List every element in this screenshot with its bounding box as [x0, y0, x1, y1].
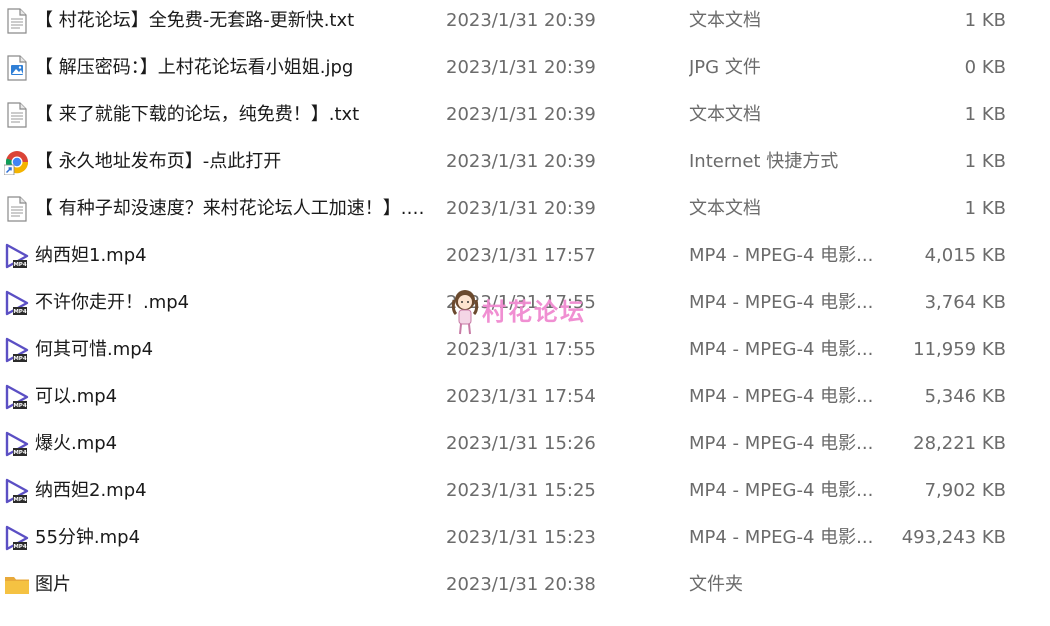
file-row[interactable]: 图片 2023/1/31 20:38 文件夹: [0, 561, 1050, 608]
file-size: 28,221 KB: [913, 433, 1006, 454]
file-size: 0 KB: [964, 57, 1006, 78]
file-type: 文本文档: [689, 198, 761, 219]
file-name[interactable]: 【 来了就能下载的论坛，纯免费！】.txt: [35, 91, 427, 138]
svg-text:MP4: MP4: [13, 262, 27, 268]
file-row[interactable]: MP4 55分钟.mp4 2023/1/31 15:23 MP4 - MPEG-4 …: [0, 514, 1050, 561]
file-modified-date: 2023/1/31 20:39: [446, 151, 596, 172]
file-modified-date: 2023/1/31 17:54: [446, 386, 596, 407]
video-file-icon: MP4: [4, 232, 30, 279]
svg-text:MP4: MP4: [13, 544, 27, 550]
file-type: Internet 快捷方式: [689, 151, 839, 172]
file-size: 3,764 KB: [924, 292, 1006, 313]
file-modified-date: 2023/1/31 15:25: [446, 480, 596, 501]
file-modified-date: 2023/1/31 20:39: [446, 198, 596, 219]
svg-text:MP4: MP4: [13, 403, 27, 409]
file-modified-date: 2023/1/31 20:39: [446, 10, 596, 31]
file-size: 1 KB: [964, 10, 1006, 31]
file-name[interactable]: 【 村花论坛】全免费-无套路-更新快.txt: [35, 0, 427, 44]
file-type: MP4 - MPEG-4 电影...: [689, 386, 874, 407]
file-list: 【 村花论坛】全免费-无套路-更新快.txt 2023/1/31 20:39 文本文…: [0, 0, 1050, 608]
svg-text:MP4: MP4: [13, 450, 27, 456]
file-modified-date: 2023/1/31 20:39: [446, 57, 596, 78]
svg-text:MP4: MP4: [13, 309, 27, 315]
file-row[interactable]: MP4 纳西妲1.mp4 2023/1/31 17:57 MP4 - MPEG-4 …: [0, 232, 1050, 279]
svg-text:MP4: MP4: [13, 356, 27, 362]
file-modified-date: 2023/1/31 20:38: [446, 574, 596, 595]
file-row[interactable]: 【 有种子却没速度？来村花论坛人工加速！】.t... 2023/1/31 20:3…: [0, 185, 1050, 232]
file-type: MP4 - MPEG-4 电影...: [689, 292, 874, 313]
file-type: MP4 - MPEG-4 电影...: [689, 480, 874, 501]
file-size: [880, 561, 1006, 608]
video-file-icon: MP4: [4, 373, 30, 420]
file-type: 文件夹: [689, 574, 743, 595]
file-modified-date: 2023/1/31 17:55: [446, 339, 596, 360]
file-modified-date: 2023/1/31 17:55: [446, 292, 596, 313]
file-name[interactable]: 【 永久地址发布页】-点此打开: [35, 138, 427, 185]
text-file-icon: [4, 0, 30, 44]
folder-icon: [4, 561, 30, 608]
image-file-icon: [4, 44, 30, 91]
file-name[interactable]: 爆火.mp4: [35, 420, 427, 467]
file-size: 11,959 KB: [913, 339, 1006, 360]
file-row[interactable]: MP4 纳西妲2.mp4 2023/1/31 15:25 MP4 - MPEG-4 …: [0, 467, 1050, 514]
video-file-icon: MP4: [4, 514, 30, 561]
file-modified-date: 2023/1/31 17:57: [446, 245, 596, 266]
file-type: MP4 - MPEG-4 电影...: [689, 245, 874, 266]
video-file-icon: MP4: [4, 420, 30, 467]
video-file-icon: MP4: [4, 467, 30, 514]
file-name[interactable]: 不许你走开！.mp4: [35, 279, 427, 326]
file-type: JPG 文件: [689, 57, 761, 78]
file-row[interactable]: 【 解压密码：】上村花论坛看小姐姐.jpg 2023/1/31 20:39 JPG …: [0, 44, 1050, 91]
file-type: MP4 - MPEG-4 电影...: [689, 339, 874, 360]
file-name[interactable]: 可以.mp4: [35, 373, 427, 420]
file-modified-date: 2023/1/31 15:23: [446, 527, 596, 548]
file-type: 文本文档: [689, 10, 761, 31]
file-size: 4,015 KB: [924, 245, 1006, 266]
file-size: 1 KB: [964, 198, 1006, 219]
file-size: 5,346 KB: [924, 386, 1006, 407]
file-row[interactable]: MP4 不许你走开！.mp4 2023/1/31 17:55 MP4 - MPEG-…: [0, 279, 1050, 326]
file-size: 1 KB: [964, 104, 1006, 125]
file-modified-date: 2023/1/31 15:26: [446, 433, 596, 454]
internet-shortcut-icon: [4, 138, 30, 185]
svg-text:MP4: MP4: [13, 497, 27, 503]
file-name[interactable]: 纳西妲1.mp4: [35, 232, 427, 279]
text-file-icon: [4, 91, 30, 138]
file-name[interactable]: 55分钟.mp4: [35, 514, 427, 561]
file-row[interactable]: 【 永久地址发布页】-点此打开 2023/1/31 20:39 Internet 快…: [0, 138, 1050, 185]
file-name[interactable]: 何其可惜.mp4: [35, 326, 427, 373]
file-name[interactable]: 【 解压密码：】上村花论坛看小姐姐.jpg: [35, 44, 427, 91]
file-name[interactable]: 【 有种子却没速度？来村花论坛人工加速！】.t...: [35, 185, 427, 232]
file-modified-date: 2023/1/31 20:39: [446, 104, 596, 125]
file-row[interactable]: MP4 何其可惜.mp4 2023/1/31 17:55 MP4 - MPEG-4 …: [0, 326, 1050, 373]
video-file-icon: MP4: [4, 279, 30, 326]
file-row[interactable]: 【 村花论坛】全免费-无套路-更新快.txt 2023/1/31 20:39 文本文…: [0, 0, 1050, 44]
video-file-icon: MP4: [4, 326, 30, 373]
file-size: 1 KB: [964, 151, 1006, 172]
text-file-icon: [4, 185, 30, 232]
file-size: 493,243 KB: [901, 527, 1006, 548]
file-name[interactable]: 图片: [35, 561, 427, 608]
file-type: MP4 - MPEG-4 电影...: [689, 527, 874, 548]
file-size: 7,902 KB: [924, 480, 1006, 501]
file-row[interactable]: 【 来了就能下载的论坛，纯免费！】.txt 2023/1/31 20:39 文本文档…: [0, 91, 1050, 138]
file-row[interactable]: MP4 可以.mp4 2023/1/31 17:54 MP4 - MPEG-4 电影…: [0, 373, 1050, 420]
file-type: 文本文档: [689, 104, 761, 125]
file-type: MP4 - MPEG-4 电影...: [689, 433, 874, 454]
file-row[interactable]: MP4 爆火.mp4 2023/1/31 15:26 MP4 - MPEG-4 电影…: [0, 420, 1050, 467]
file-name[interactable]: 纳西妲2.mp4: [35, 467, 427, 514]
